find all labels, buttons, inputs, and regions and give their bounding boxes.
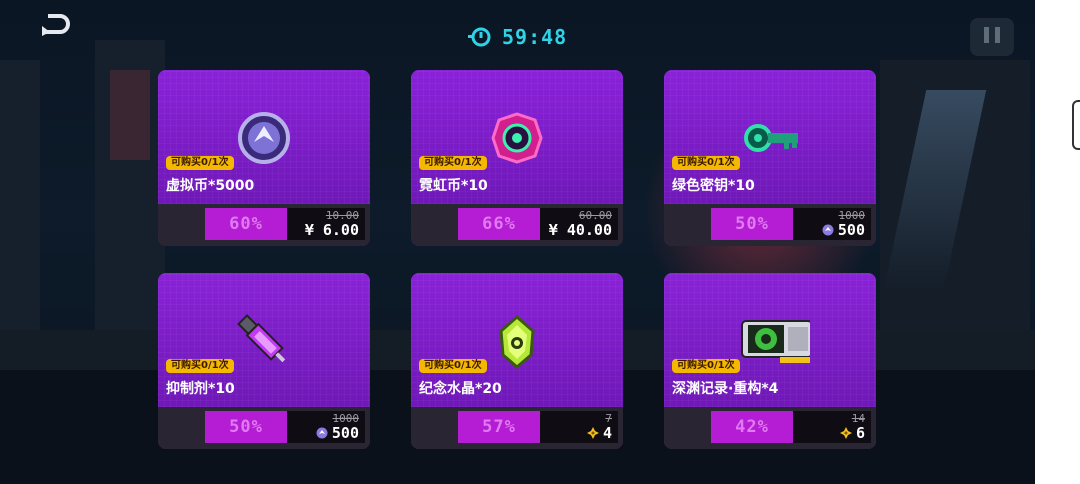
discount-badge: 60% bbox=[205, 208, 287, 240]
purchase-limit-badge: 可购买0/1次 bbox=[419, 359, 487, 373]
shop-item-card[interactable]: 可购买0/1次 虚拟币*5000 60% 10.00 ¥ 6.00 bbox=[158, 70, 370, 246]
item-name: 霓虹币*10 bbox=[419, 178, 488, 194]
price-text: 6 bbox=[855, 424, 865, 442]
virtual-coin-currency-icon bbox=[822, 224, 834, 236]
timer-value: 59:48 bbox=[502, 25, 568, 49]
item-name: 抑制剂*10 bbox=[166, 381, 235, 397]
discount-badge: 42% bbox=[711, 411, 793, 443]
green-key-icon bbox=[744, 124, 798, 152]
item-name: 绿色密钥*10 bbox=[672, 178, 755, 194]
shop-item-card[interactable]: 可购买0/1次 抑制剂*10 50% 1000 500 bbox=[158, 273, 370, 449]
price-box[interactable]: 60.00 ¥ 40.00 bbox=[540, 208, 618, 240]
clock-icon bbox=[468, 27, 491, 47]
back-arrow-icon bbox=[42, 14, 70, 36]
purchase-limit-badge: 可购买0/1次 bbox=[166, 156, 234, 170]
shop-item-card[interactable]: 可购买0/1次 深渊记录·重构*4 42% 14 6 bbox=[664, 273, 876, 449]
discount-badge: 57% bbox=[458, 411, 540, 443]
price-text: ¥ 40.00 bbox=[548, 221, 612, 239]
shop-item-card[interactable]: 可购买0/1次 绿色密钥*10 50% 1000 500 bbox=[664, 70, 876, 246]
price-text: 500 bbox=[331, 424, 359, 442]
abyss-record-chip-icon bbox=[741, 320, 810, 363]
purchase-limit-badge: 可购买0/1次 bbox=[419, 156, 487, 170]
current-price: 4 bbox=[586, 424, 612, 442]
price-text: 4 bbox=[602, 424, 612, 442]
inhibitor-syringe-icon bbox=[237, 314, 286, 363]
virtual-coin-currency-icon bbox=[316, 427, 328, 439]
price-text: ¥ 6.00 bbox=[304, 221, 359, 239]
memorial-crystal-icon bbox=[499, 315, 535, 369]
discount-badge: 50% bbox=[711, 208, 793, 240]
price-text: 500 bbox=[837, 221, 865, 239]
purchase-limit-badge: 可购买0/1次 bbox=[672, 156, 740, 170]
screen-edge bbox=[1035, 0, 1080, 484]
price-box[interactable]: 1000 500 bbox=[793, 208, 871, 240]
gold-star-currency-icon bbox=[586, 427, 599, 439]
price-box[interactable]: 7 4 bbox=[540, 411, 618, 443]
countdown-timer: 59:48 bbox=[468, 24, 567, 50]
current-price: 500 bbox=[316, 424, 359, 442]
price-box[interactable]: 14 6 bbox=[793, 411, 871, 443]
neon-coin-icon bbox=[491, 112, 543, 164]
current-price: 500 bbox=[822, 221, 865, 239]
shop-item-card[interactable]: 可购买0/1次 纪念水晶*20 57% 7 4 bbox=[411, 273, 623, 449]
current-price: ¥ 6.00 bbox=[305, 221, 359, 239]
virtual-coin-icon bbox=[238, 112, 290, 164]
back-button[interactable] bbox=[38, 12, 72, 38]
purchase-limit-badge: 可购买0/1次 bbox=[672, 359, 740, 373]
discount-badge: 50% bbox=[205, 411, 287, 443]
pause-icon bbox=[981, 27, 1003, 47]
side-handle[interactable] bbox=[1072, 100, 1080, 150]
current-price: ¥ 40.00 bbox=[549, 221, 612, 239]
pause-button[interactable] bbox=[970, 18, 1014, 56]
price-box[interactable]: 1000 500 bbox=[287, 411, 365, 443]
current-price: 6 bbox=[839, 424, 865, 442]
gold-star-currency-icon bbox=[839, 427, 852, 439]
item-name: 虚拟币*5000 bbox=[166, 178, 255, 194]
item-name: 纪念水晶*20 bbox=[419, 381, 502, 397]
shop-item-card[interactable]: 可购买0/1次 霓虹币*10 66% 60.00 ¥ 40.00 bbox=[411, 70, 623, 246]
discount-badge: 66% bbox=[458, 208, 540, 240]
price-box[interactable]: 10.00 ¥ 6.00 bbox=[287, 208, 365, 240]
item-name: 深渊记录·重构*4 bbox=[672, 381, 779, 397]
purchase-limit-badge: 可购买0/1次 bbox=[166, 359, 234, 373]
